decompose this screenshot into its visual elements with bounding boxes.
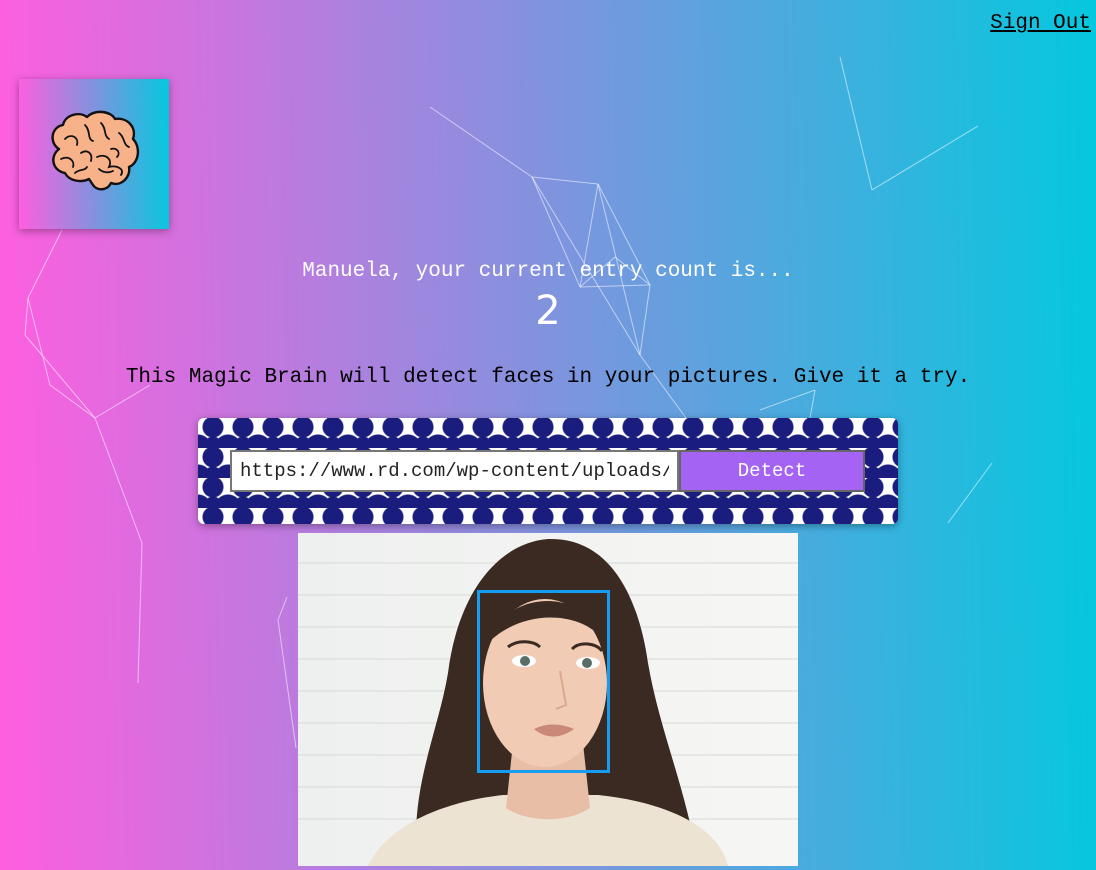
input-image [298, 533, 798, 866]
logo-tile[interactable] [19, 79, 169, 229]
image-link-form: Detect [198, 418, 898, 524]
image-url-input[interactable] [230, 450, 679, 492]
brain-icon [51, 110, 140, 191]
intro-text: This Magic Brain will detect faces in yo… [125, 366, 971, 389]
face-bounding-box [477, 590, 610, 773]
sign-out-link[interactable]: Sign Out [990, 12, 1091, 35]
greeting-text: Manuela, your current entry count is... [302, 260, 794, 283]
entry-count: 2 [535, 288, 561, 334]
detect-button[interactable]: Detect [679, 450, 865, 492]
